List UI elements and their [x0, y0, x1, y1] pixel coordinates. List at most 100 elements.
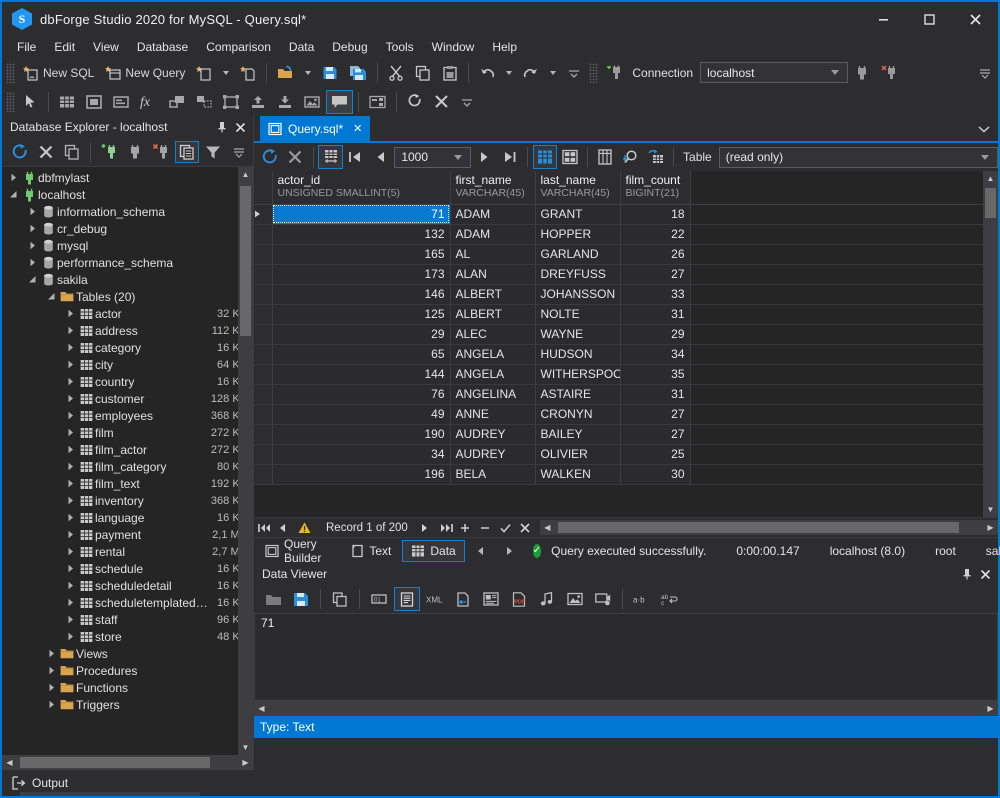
tree-node[interactable]: film_actor 272 KB [2, 441, 253, 458]
tree-expand-arrow[interactable] [44, 700, 58, 709]
column-header[interactable]: first_name VARCHAR(45) [450, 171, 536, 205]
dv-text-view-button[interactable] [394, 587, 420, 611]
table-cell[interactable]: ALBERT [450, 284, 536, 305]
table-cell[interactable]: 29 [620, 324, 691, 345]
tree-node[interactable]: scheduletemplated… 16 KB [2, 594, 253, 611]
nav-next-button[interactable] [420, 523, 436, 533]
tree-hscroll-track[interactable] [17, 755, 238, 770]
grid-horizontal-scrollbar[interactable]: ◀ ▶ [539, 520, 998, 535]
table-row[interactable]: 76 ANGELINA ASTAIRE 31 [254, 384, 983, 405]
relation-tool-button[interactable] [164, 90, 190, 114]
table-row[interactable]: 29 ALEC WAYNE 29 [254, 324, 983, 345]
table-row[interactable]: 196 BELA WALKEN 30 [254, 464, 983, 485]
procedure-tool-button[interactable] [108, 90, 134, 114]
tree-node[interactable]: performance_schema [2, 254, 253, 271]
tree-expand-arrow[interactable] [63, 411, 77, 420]
tree-expand-arrow[interactable] [6, 190, 20, 199]
row-indicator[interactable] [254, 444, 273, 465]
table-cell[interactable]: 27 [620, 424, 691, 445]
table-cell[interactable]: WAYNE [535, 324, 621, 345]
new-file-button[interactable] [235, 61, 261, 85]
tree-expand-arrow[interactable] [44, 649, 58, 658]
table-tool-button[interactable] [54, 90, 80, 114]
table-cell[interactable]: HOPPER [535, 224, 621, 245]
import-tool-button[interactable] [272, 90, 298, 114]
tab-overflow-button[interactable] [978, 116, 998, 141]
explorer-filter-button[interactable] [201, 141, 225, 163]
tree-node[interactable]: dbfmylast [2, 169, 253, 186]
table-cell[interactable]: 34 [272, 444, 451, 465]
minimize-button[interactable] [860, 2, 906, 36]
table-cell[interactable]: 18 [620, 204, 691, 225]
tree-horizontal-scrollbar[interactable]: ◀ ▶ [2, 755, 253, 770]
tree-expand-arrow[interactable] [6, 173, 20, 182]
nav-first-button[interactable] [258, 523, 274, 533]
table-cell[interactable]: ANGELINA [450, 384, 536, 405]
tree-expand-arrow[interactable] [63, 445, 77, 454]
table-cell[interactable]: ANGELA [450, 364, 536, 385]
table-cell[interactable]: ASTAIRE [535, 384, 621, 405]
tree-expand-arrow[interactable] [63, 377, 77, 386]
stop-tool-button[interactable] [429, 90, 454, 114]
table-cell[interactable]: ADAM [450, 224, 536, 245]
table-cell[interactable]: 29 [272, 324, 451, 345]
new-connection-button[interactable] [601, 61, 627, 85]
toolbar-grip-3[interactable] [6, 91, 15, 112]
data-viewer-pin-button[interactable] [958, 565, 976, 583]
tree-node[interactable]: Triggers [2, 696, 253, 713]
toolbar-grip-2[interactable] [589, 62, 599, 83]
grid-scroll-up-button[interactable]: ▲ [983, 171, 998, 186]
row-indicator[interactable] [254, 364, 273, 385]
tree-expand-arrow[interactable] [63, 479, 77, 488]
menu-help[interactable]: Help [483, 38, 526, 56]
data-tab-button[interactable]: Data [402, 539, 465, 562]
row-indicator[interactable] [254, 424, 273, 445]
row-indicator[interactable] [254, 404, 273, 425]
dv-rtf-view-button[interactable] [478, 587, 504, 611]
toolbar-overflow-2[interactable] [455, 90, 479, 114]
dv-audio-view-button[interactable] [534, 587, 560, 611]
save-button[interactable] [317, 61, 343, 85]
dv-video-view-button[interactable] [590, 587, 616, 611]
tab-close-button[interactable]: ✕ [353, 122, 362, 135]
grid-stop-button[interactable] [283, 145, 307, 169]
tree-node[interactable]: customer 128 KB [2, 390, 253, 407]
explorer-new-connection-button[interactable] [97, 141, 121, 163]
tree-scroll-up-button[interactable]: ▲ [238, 167, 253, 182]
new-object-dropdown[interactable] [218, 61, 234, 85]
data-viewer-hscrollbar[interactable]: ◀ ▶ [254, 701, 998, 716]
grid-scroll-down-button[interactable]: ▼ [983, 502, 998, 517]
table-cell[interactable]: HUDSON [535, 344, 621, 365]
table-cell[interactable]: CRONYN [535, 404, 621, 425]
container-tool-button[interactable] [218, 90, 244, 114]
tree-expand-arrow[interactable] [44, 666, 58, 675]
table-cell[interactable]: DREYFUSS [535, 264, 621, 285]
explorer-refresh-button[interactable] [8, 141, 32, 163]
table-cell[interactable]: 196 [272, 464, 451, 485]
nav-insert-button[interactable] [460, 523, 476, 533]
note-tool-button[interactable] [326, 89, 353, 114]
row-indicator[interactable] [254, 324, 273, 345]
tab-query-sql[interactable]: Query.sql* ✕ [260, 116, 371, 141]
undo-dropdown[interactable] [501, 61, 517, 85]
new-object-button[interactable] [191, 61, 217, 85]
tree-expand-arrow[interactable] [63, 428, 77, 437]
fetch-first-page-button[interactable] [344, 145, 368, 169]
tree-expand-arrow[interactable] [63, 564, 77, 573]
dv-image-view-button[interactable] [562, 587, 588, 611]
fetch-last-page-button[interactable] [498, 145, 522, 169]
tree-expand-arrow[interactable] [63, 530, 77, 539]
dv-copy-button[interactable] [327, 587, 353, 611]
result-next-button[interactable] [496, 540, 523, 562]
export-tool-button[interactable] [245, 90, 271, 114]
tree-expand-arrow[interactable] [63, 513, 77, 522]
table-cell[interactable]: 65 [272, 344, 451, 365]
tree-node[interactable]: film_text 192 KB [2, 475, 253, 492]
toolbar-overflow-1[interactable] [562, 61, 586, 85]
explorer-connect-button[interactable] [123, 141, 147, 163]
tree-node[interactable]: mysql [2, 237, 253, 254]
menu-debug[interactable]: Debug [323, 38, 376, 56]
dv-hscroll-track[interactable] [269, 701, 983, 716]
diagram-tool-button[interactable] [364, 90, 391, 114]
explorer-overflow-button[interactable] [227, 141, 251, 163]
